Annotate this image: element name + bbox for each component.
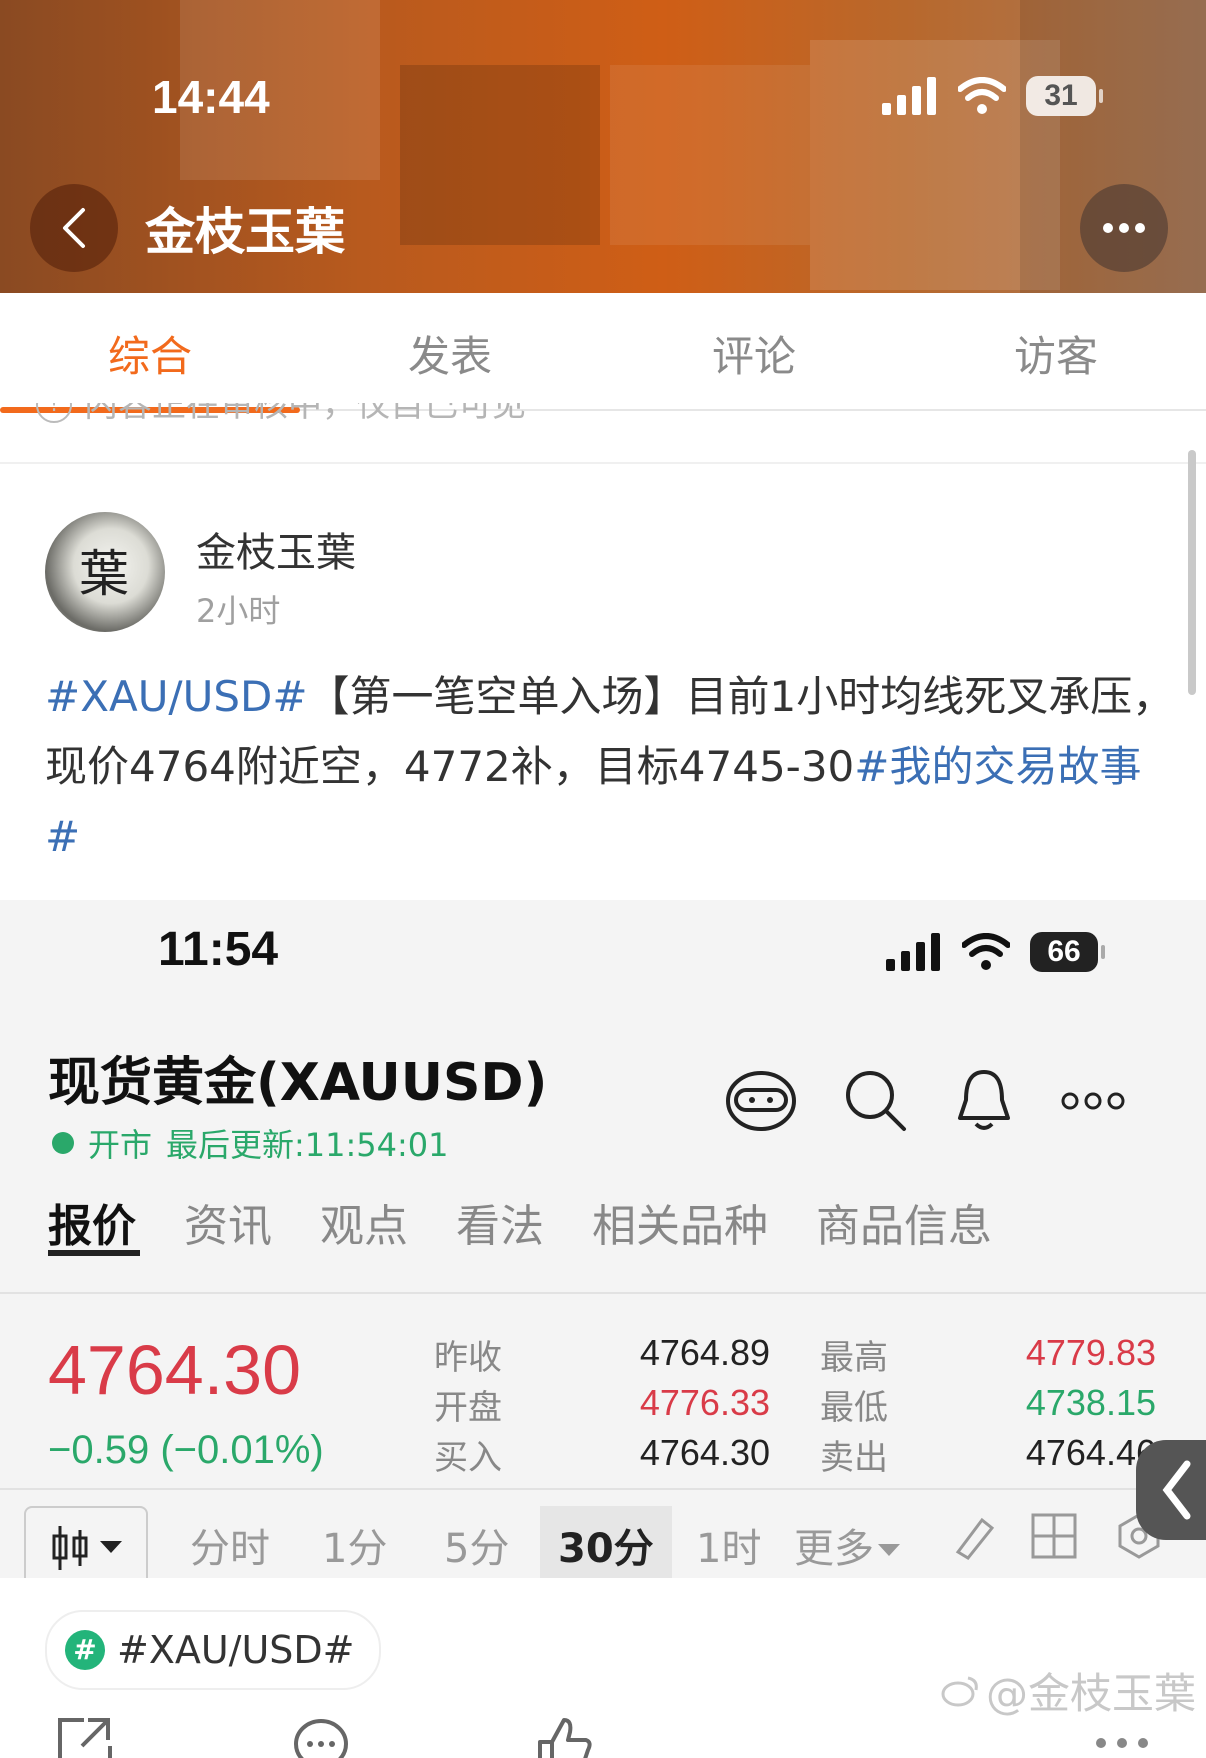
review-notice: ! 内容正在审核中，仅自己可见 (36, 403, 526, 443)
period-more[interactable]: 更多 (794, 1516, 900, 1574)
wifi-icon (958, 77, 1006, 114)
post-body: #XAU/USD#【第一笔空单入场】目前1小时均线死叉承压，现价4764附近空，… (45, 662, 1175, 872)
back-button[interactable] (30, 184, 118, 272)
price-change: −0.59 (−0.01%) (48, 1428, 324, 1472)
status-dot-icon (52, 1132, 74, 1154)
instrument-subtabs: 报价 资讯 观点 看法 相关品种 商品信息 (48, 1190, 992, 1254)
chart-type-select[interactable] (24, 1506, 148, 1578)
subtab-info[interactable]: 商品信息 (816, 1190, 992, 1254)
side-drawer-handle[interactable] (1136, 1440, 1206, 1540)
topic-chip[interactable]: # #XAU/USD# (45, 1610, 381, 1690)
post-timestamp: 2小时 (196, 592, 281, 630)
low-value: 4738.15 (1025, 1382, 1156, 1423)
period-5m[interactable]: 5分 (444, 1516, 509, 1574)
cellular-signal-icon (886, 933, 940, 971)
bid-value: 4764.30 (639, 1432, 770, 1473)
share-icon[interactable] (56, 1716, 112, 1758)
weibo-logo-icon (941, 1676, 978, 1706)
tab-posts[interactable]: 发表 (300, 323, 600, 384)
post-image[interactable]: 11:54 66 现货黄金(XAUUSD) 开市 最后更新:11:54:01 报… (0, 900, 1206, 1578)
open-value: 4776.33 (639, 1382, 770, 1423)
avatar-calligraphy-image: 葉 (79, 545, 129, 603)
header-background-tile (400, 65, 600, 245)
high-value: 4779.83 (1025, 1332, 1156, 1373)
profile-header: 14:44 31 金枝玉葉 (0, 0, 1206, 293)
battery-icon: 31 (1026, 76, 1103, 116)
post-author-name[interactable]: 金枝玉葉 (196, 520, 356, 578)
subtab-views[interactable]: 观点 (320, 1190, 408, 1254)
period-1h[interactable]: 1时 (696, 1516, 761, 1574)
avatar[interactable]: 葉 (45, 512, 165, 632)
prev-close-value: 4764.89 (639, 1332, 770, 1373)
watermark-text: @金枝玉葉 (986, 1669, 1197, 1718)
cellular-signal-icon (882, 77, 936, 115)
status-bar-time: 14:44 (152, 71, 270, 123)
header-background-tile (610, 65, 810, 245)
open-label: 开盘 (434, 1388, 502, 1428)
grid-layout-icon[interactable] (1030, 1512, 1078, 1560)
high-label: 最高 (820, 1338, 888, 1378)
ask-label: 卖出 (820, 1438, 888, 1478)
info-icon: ! (36, 403, 72, 423)
battery-icon: 66 (1030, 932, 1105, 972)
section-divider (0, 1292, 1206, 1294)
chevron-left-icon (1162, 1460, 1191, 1520)
section-divider (0, 462, 1206, 464)
tab-visitors[interactable]: 访客 (906, 323, 1206, 384)
more-horizontal-icon (1103, 223, 1145, 233)
bid-label: 买入 (434, 1438, 502, 1478)
subtab-opinions[interactable]: 看法 (456, 1190, 544, 1254)
scrollbar[interactable] (1188, 450, 1196, 695)
ask-value: 4764.46 (1025, 1432, 1156, 1473)
period-1m[interactable]: 1分 (322, 1516, 387, 1574)
more-horizontal-icon[interactable] (1094, 1736, 1150, 1750)
period-30m[interactable]: 30分 (540, 1506, 672, 1578)
market-status: 开市 最后更新:11:54:01 (52, 1120, 449, 1166)
instrument-toolbar (724, 1068, 1126, 1134)
period-more-label: 更多 (794, 1526, 874, 1572)
last-update-text: 最后更新:11:54:01 (166, 1126, 449, 1164)
more-horizontal-icon (1061, 1092, 1125, 1110)
profile-title: 金枝玉葉 (145, 203, 345, 261)
like-icon[interactable] (534, 1716, 594, 1758)
caret-down-icon (878, 1544, 900, 1556)
tab-comments[interactable]: 评论 (604, 323, 904, 384)
topic-chip-label: #XAU/USD# (117, 1628, 355, 1672)
caret-down-icon (100, 1541, 122, 1553)
subtab-news[interactable]: 资讯 (184, 1190, 272, 1254)
post-action-bar (0, 1716, 1206, 1758)
status-bar-icons: 31 (882, 76, 1103, 116)
more-options-button[interactable] (1080, 184, 1168, 272)
wifi-icon (962, 933, 1010, 970)
current-price: 4764.30 (48, 1331, 302, 1409)
hashtag-icon: # (65, 1630, 105, 1670)
chevron-left-icon (63, 208, 85, 248)
section-divider (0, 1488, 1206, 1490)
review-notice-text: 内容正在审核中，仅自己可见 (84, 403, 526, 425)
weibo-watermark: @金枝玉葉 (940, 1660, 1196, 1721)
subtab-related[interactable]: 相关品种 (592, 1190, 768, 1254)
period-intraday[interactable]: 分时 (190, 1516, 270, 1574)
candlestick-icon (52, 1526, 88, 1570)
hashtag-link[interactable]: #XAU/USD# (45, 672, 308, 721)
robot-assistant-icon (726, 1071, 796, 1131)
embedded-status-icons: 66 (886, 932, 1105, 972)
draw-pen-icon[interactable] (948, 1512, 998, 1562)
tab-overview[interactable]: 综合 (0, 323, 300, 384)
chart-period-bar: 分时 1分 5分 30分 1时 更多 (0, 1498, 1206, 1578)
search-icon (846, 1071, 906, 1131)
active-subtab-indicator (48, 1250, 140, 1256)
low-label: 最低 (820, 1388, 888, 1428)
subtab-quote[interactable]: 报价 (48, 1190, 136, 1254)
comment-icon[interactable] (292, 1716, 350, 1758)
instrument-title: 现货黄金(XAUUSD) (48, 1053, 548, 1113)
bell-icon (958, 1070, 1010, 1130)
prev-close-label: 昨收 (434, 1338, 502, 1378)
embedded-status-time: 11:54 (158, 923, 279, 976)
market-open-label: 开市 (88, 1126, 153, 1164)
profile-tabs: 综合 发表 评论 访客 (0, 293, 1206, 413)
